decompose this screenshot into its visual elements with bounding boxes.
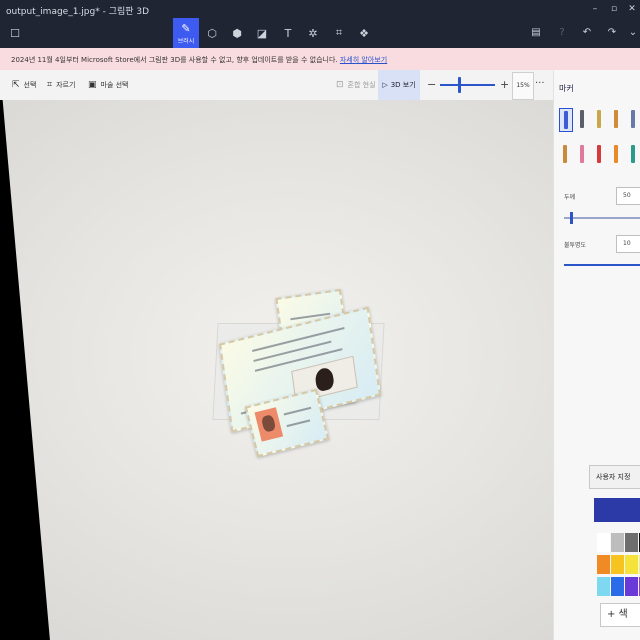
color-swatch[interactable] bbox=[597, 533, 610, 552]
banner-message: 2024년 11월 4일부터 Microsoft Store에서 그림판 3D를… bbox=[11, 56, 338, 64]
text-icon: T bbox=[284, 26, 292, 40]
magic-select-button[interactable]: ▣ 마술 선택 bbox=[88, 80, 129, 90]
add-color-button[interactable]: + 색 bbox=[600, 603, 640, 627]
opacity-slider[interactable] bbox=[564, 264, 640, 266]
tab-text[interactable]: T bbox=[275, 18, 301, 48]
panel-title: 마커 bbox=[559, 84, 574, 93]
color-swatch[interactable] bbox=[611, 533, 624, 552]
watercolor-icon[interactable] bbox=[610, 108, 622, 130]
window-title: output_image_1.jpg* - 그림판 3D bbox=[6, 7, 150, 17]
selected-color-bar bbox=[594, 498, 640, 522]
thickness-slider-thumb[interactable] bbox=[570, 212, 573, 224]
color-swatch[interactable] bbox=[597, 555, 610, 574]
crop-icon: ⌗ bbox=[47, 80, 53, 90]
color-swatch[interactable] bbox=[625, 533, 638, 552]
view-3d-icon: ▷ bbox=[382, 81, 388, 89]
redo-icon[interactable]: ↷ bbox=[605, 26, 619, 40]
tab-canvas[interactable]: ⌗ bbox=[326, 18, 352, 48]
zoom-slider[interactable] bbox=[440, 84, 495, 86]
magic-select-icon: ▣ bbox=[88, 80, 97, 90]
pixel-pen-icon[interactable] bbox=[627, 108, 639, 130]
calligraphy-pen-icon[interactable] bbox=[576, 108, 588, 130]
tab-brushes[interactable]: ✎ 브러시 bbox=[173, 18, 199, 48]
color-swatch[interactable] bbox=[625, 577, 638, 596]
tab-3d-library[interactable]: ❖ bbox=[351, 18, 377, 48]
minimize-icon[interactable]: – bbox=[589, 3, 601, 15]
3d-library-icon: ❖ bbox=[359, 26, 369, 40]
color-swatch[interactable] bbox=[611, 555, 624, 574]
color-swatch[interactable] bbox=[597, 577, 610, 596]
3d-shapes-icon: ⬢ bbox=[232, 26, 242, 40]
mixed-reality-button[interactable]: ⊡ 혼합 현실 bbox=[336, 80, 376, 90]
learn-more-link[interactable]: 자세히 알아보기 bbox=[340, 56, 387, 64]
thickness-slider[interactable] bbox=[564, 217, 640, 219]
maximize-icon[interactable]: ▫ bbox=[608, 3, 620, 15]
paste-icon[interactable]: ▤ bbox=[529, 26, 543, 40]
more-down-icon[interactable]: ⌄ bbox=[626, 26, 640, 40]
spray-can-icon[interactable] bbox=[610, 143, 622, 165]
tab-2d-shapes[interactable]: ⬡ bbox=[199, 18, 225, 48]
zoom-level[interactable]: 15% bbox=[512, 72, 534, 100]
brush-panel: 마커 두께 50 불투명도 10 사용자 지정 + 색 bbox=[553, 70, 640, 640]
info-banner: 2024년 11월 4일부터 Microsoft Store에서 그림판 3D를… bbox=[0, 48, 640, 70]
canvas-icon: ⌗ bbox=[335, 26, 343, 39]
tab-effects[interactable]: ✲ bbox=[300, 18, 326, 48]
custom-color-button[interactable]: 사용자 지정 bbox=[589, 465, 640, 489]
thickness-label: 두께 bbox=[564, 194, 576, 201]
color-swatch[interactable] bbox=[625, 555, 638, 574]
main-toolbar: ☐ ✎ 브러시 ⬡ ⬢ ◪ T ✲ ⌗ ❖ ▤ ? ↶ ↷ ⌄ bbox=[0, 18, 640, 48]
undo-icon[interactable]: ↶ bbox=[580, 26, 594, 40]
tab-brushes-label: 브러시 bbox=[177, 37, 195, 45]
tab-3d-shapes[interactable]: ⬢ bbox=[224, 18, 250, 48]
close-icon[interactable]: ✕ bbox=[626, 3, 638, 15]
canvas-toolbar: ⇱ 선택 ⌗ 자르기 ▣ 마술 선택 ⊡ 혼합 현실 ▷ 3D 보기 − + 1… bbox=[0, 70, 555, 100]
select-button[interactable]: ⇱ 선택 bbox=[12, 80, 36, 90]
effects-icon: ✲ bbox=[308, 26, 318, 40]
2d-shapes-icon: ⬡ bbox=[207, 26, 217, 40]
stickers-icon: ◪ bbox=[256, 26, 268, 40]
menu-icon[interactable]: ☐ bbox=[2, 18, 28, 48]
mixed-reality-icon: ⊡ bbox=[336, 80, 344, 90]
brush-icon: ✎ bbox=[181, 21, 191, 35]
fill-icon[interactable] bbox=[627, 143, 639, 165]
zoom-out-icon[interactable]: − bbox=[427, 78, 436, 91]
opacity-input[interactable]: 10 bbox=[616, 235, 640, 253]
view-3d-button[interactable]: ▷ 3D 보기 bbox=[378, 70, 420, 100]
photo-sticker bbox=[254, 407, 284, 442]
tab-stickers[interactable]: ◪ bbox=[249, 18, 275, 48]
oil-brush-icon[interactable] bbox=[593, 108, 605, 130]
zoom-in-icon[interactable]: + bbox=[500, 78, 509, 91]
opacity-label: 불투명도 bbox=[564, 242, 587, 249]
marker-icon[interactable] bbox=[559, 108, 573, 132]
pencil-icon[interactable] bbox=[559, 143, 571, 165]
more-options-icon[interactable]: ··· bbox=[535, 78, 545, 89]
help-icon[interactable]: ? bbox=[555, 26, 569, 40]
select-icon: ⇱ bbox=[12, 80, 20, 90]
crayon-icon[interactable] bbox=[593, 143, 605, 165]
crop-button[interactable]: ⌗ 자르기 bbox=[47, 80, 75, 90]
3d-object-group[interactable] bbox=[205, 285, 395, 465]
color-swatch[interactable] bbox=[611, 577, 624, 596]
title-bar: output_image_1.jpg* - 그림판 3D – ▫ ✕ bbox=[0, 0, 640, 18]
thickness-input[interactable]: 50 bbox=[616, 187, 640, 205]
zoom-slider-thumb[interactable] bbox=[458, 77, 461, 93]
eraser-icon[interactable] bbox=[576, 143, 588, 165]
